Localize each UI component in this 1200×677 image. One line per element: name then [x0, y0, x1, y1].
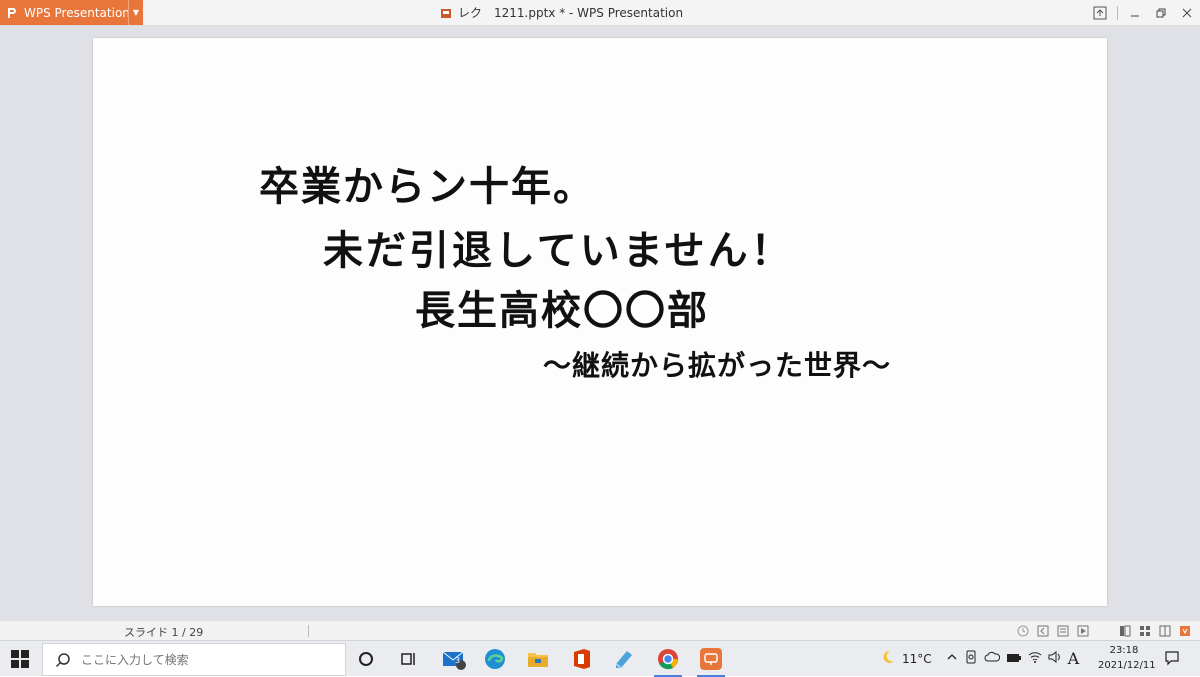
volume-icon[interactable] — [1048, 651, 1062, 666]
status-bar: スライド 1 / 29 — [0, 620, 1200, 641]
fullscreen-icon[interactable] — [1087, 0, 1113, 25]
taskbar-clock[interactable]: 23:18 2021/12/11 — [1098, 643, 1156, 673]
ime-indicator[interactable]: A — [1068, 649, 1080, 668]
system-tray: 11°C A — [880, 641, 1079, 676]
window-controls — [1087, 0, 1200, 25]
mail-icon[interactable]: 3 — [440, 645, 468, 673]
outline-view-icon[interactable] — [1118, 624, 1132, 638]
cortana-icon[interactable] — [352, 645, 380, 673]
presentation-file-icon — [441, 8, 451, 18]
wps-logo-icon — [5, 6, 19, 20]
task-view-icon[interactable] — [394, 645, 422, 673]
divider — [1117, 5, 1118, 20]
file-explorer-icon[interactable] — [524, 645, 552, 673]
slide-title-line-2[interactable]: 未だ引退していません！ — [323, 218, 794, 276]
edge-icon[interactable] — [481, 645, 509, 673]
search-icon — [55, 652, 70, 667]
clock-date: 2021/12/11 — [1098, 660, 1156, 671]
clock-time: 23:18 — [1109, 645, 1139, 656]
document-title: レク 1211.pptx * - WPS Presentation — [440, 0, 683, 25]
divider — [308, 625, 309, 637]
weather-moon-icon[interactable] — [880, 649, 896, 668]
search-input[interactable] — [79, 651, 333, 668]
slide-title-line-3[interactable]: 長生高校〇〇部 — [415, 278, 709, 336]
notification-icon[interactable] — [1164, 650, 1180, 666]
history-icon[interactable] — [1016, 624, 1030, 638]
restore-button[interactable] — [1148, 0, 1174, 25]
app-label: WPS Presentation — [24, 5, 130, 20]
mail-badge: 3 — [455, 656, 461, 665]
windows-taskbar: 3 11°C — [0, 640, 1200, 677]
taskbar-search[interactable] — [42, 643, 346, 676]
wps-assistant-icon[interactable] — [1178, 624, 1192, 638]
previous-slide-icon[interactable] — [1036, 624, 1050, 638]
minimize-button[interactable] — [1122, 0, 1148, 25]
reading-view-icon[interactable] — [1158, 624, 1172, 638]
slide-sorter-icon[interactable] — [1138, 624, 1152, 638]
onedrive-icon[interactable] — [984, 651, 1000, 666]
document-title-text: レク 1211.pptx * - WPS Presentation — [458, 6, 684, 20]
chrome-icon[interactable] — [654, 645, 682, 677]
chevron-up-icon[interactable] — [946, 651, 958, 666]
wps-presentation-taskbar-icon[interactable] — [697, 645, 725, 677]
windows-start-icon[interactable] — [10, 649, 30, 669]
title-bar: WPS Presentation ▼ レク 1211.pptx * - WPS … — [0, 0, 1200, 26]
slide-subtitle[interactable]: ～継続から拡がった世界～ — [543, 344, 891, 384]
close-button[interactable] — [1174, 0, 1200, 25]
play-slideshow-icon[interactable] — [1076, 624, 1090, 638]
slide-canvas[interactable]: 卒業からン十年。 未だ引退していません！ 長生高校〇〇部 ～継続から拡がった世界… — [93, 38, 1107, 606]
battery-icon[interactable] — [1006, 652, 1022, 666]
status-bar-controls — [1016, 621, 1192, 641]
slide-counter: スライド 1 / 29 — [124, 626, 204, 639]
wifi-icon[interactable] — [1028, 651, 1042, 666]
normal-view-icon[interactable] — [1056, 624, 1070, 638]
device-icon[interactable] — [964, 650, 978, 667]
office-icon[interactable] — [568, 645, 596, 673]
slide-workspace: 卒業からン十年。 未だ引退していません！ 長生高校〇〇部 ～継続から拡がった世界… — [0, 26, 1200, 620]
slide-title-line-1[interactable]: 卒業からン十年。 — [259, 154, 595, 212]
notes-app-icon[interactable] — [610, 645, 638, 673]
chevron-down-icon[interactable]: ▼ — [128, 0, 143, 25]
weather-temperature[interactable]: 11°C — [902, 652, 932, 666]
wps-menu-button[interactable]: WPS Presentation ▼ — [0, 0, 143, 25]
